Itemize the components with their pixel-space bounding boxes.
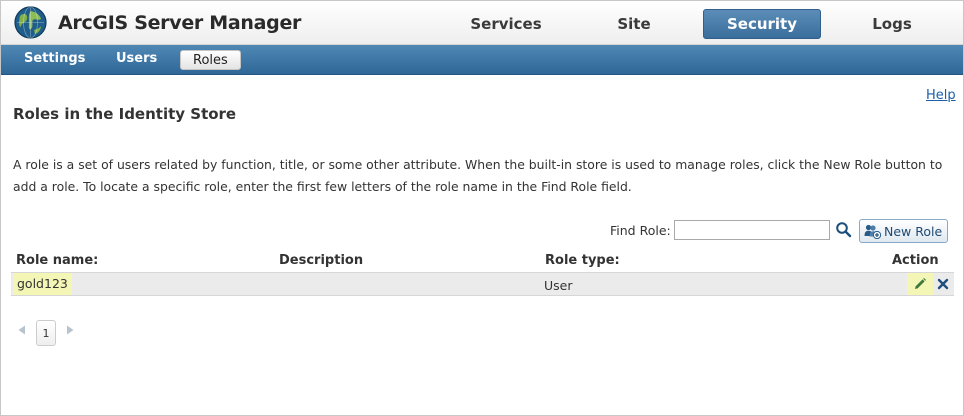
subnav-settings[interactable]: Settings [24,51,85,66]
app-window: ArcGIS Server Manager Services Site Secu… [0,0,964,416]
new-role-label: New Role [884,224,943,239]
search-icon[interactable] [835,221,852,238]
tab-site[interactable]: Site [575,9,693,39]
app-title: ArcGIS Server Manager [58,12,302,34]
role-type-cell: User [544,278,573,293]
column-header-role-type: Role type: [545,253,620,268]
tab-logs[interactable]: Logs [833,9,951,39]
app-header: ArcGIS Server Manager Services Site Secu… [1,1,963,45]
column-header-role-name: Role name: [16,253,99,268]
find-role-label: Find Role: [610,223,671,238]
tab-services[interactable]: Services [447,9,565,39]
add-role-icon [864,224,881,239]
new-role-button[interactable]: New Role [859,219,948,243]
edit-role-button[interactable] [907,273,933,295]
page-title: Roles in the Identity Store [13,105,237,123]
delete-icon[interactable] [936,277,950,291]
find-role-input[interactable] [674,220,830,240]
role-name-cell: gold123 [13,273,72,295]
page-number-button[interactable]: 1 [36,320,56,346]
table-row: gold123 User [11,272,954,296]
help-link[interactable]: Help [926,88,956,103]
column-header-action: Action [892,253,939,268]
next-page-icon[interactable] [65,325,75,335]
tab-security[interactable]: Security [703,9,821,39]
subnav-users[interactable]: Users [116,51,157,66]
previous-page-icon[interactable] [17,325,27,335]
page-description: A role is a set of users related by func… [13,157,943,194]
sub-navigation: Settings Users Roles [1,45,963,75]
edit-icon [915,278,926,289]
subnav-roles[interactable]: Roles [180,50,241,70]
column-header-description: Description [279,253,364,268]
globe-icon [14,6,47,39]
